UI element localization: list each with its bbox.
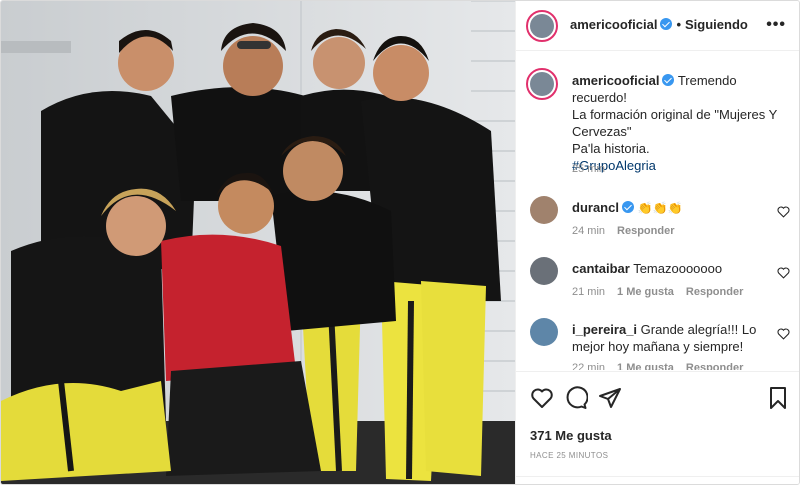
caption-username[interactable]: americooficial xyxy=(572,73,659,88)
comment-text: i_pereira_i Grande alegría!!! Lo mejor h… xyxy=(572,321,772,355)
commenter-avatar[interactable] xyxy=(530,196,558,224)
commenter-avatar[interactable] xyxy=(530,257,558,285)
like-comment-heart-icon[interactable] xyxy=(777,206,790,218)
comments-list[interactable]: americooficial Tremendo recuerdo! La for… xyxy=(516,52,799,370)
heart-icon[interactable] xyxy=(530,386,554,410)
comment-time: 21 min xyxy=(572,286,606,298)
caption-author-avatar[interactable] xyxy=(526,68,558,100)
caption-line-2: La formación original de "Mujeres Y xyxy=(572,107,778,122)
comment-likes-link[interactable]: 1 Me gusta xyxy=(617,286,674,298)
author-header-line: americooficial • Siguiendo xyxy=(570,17,748,32)
comment-text: cantaibar Temazooooooo xyxy=(572,260,772,277)
post-age: HACE 25 MINUTOS xyxy=(530,451,609,460)
share-icon[interactable] xyxy=(598,386,622,410)
author-avatar[interactable] xyxy=(526,10,558,42)
comment-body: 👏👏👏 xyxy=(637,201,683,215)
verified-badge-icon xyxy=(662,74,675,86)
comment-meta: 22 min 1 Me gusta Responder xyxy=(572,362,743,370)
like-comment-heart-icon[interactable] xyxy=(777,328,790,340)
commenter-avatar[interactable] xyxy=(530,318,558,346)
reply-button[interactable]: Responder xyxy=(686,286,743,298)
comment-item: cantaibar Temazooooooo 21 min 1 Me gusta R… xyxy=(516,257,799,317)
comment-username[interactable]: i_pereira_i xyxy=(572,322,637,337)
comment-meta: 21 min 1 Me gusta Responder xyxy=(572,286,743,298)
band-photo-image xyxy=(1,1,515,484)
post-photo[interactable] xyxy=(1,1,515,484)
caption-line-4: Pa'la historia. xyxy=(572,141,650,156)
comment-item: durancl 👏👏👏 24 min Responder xyxy=(516,196,799,256)
comment-username[interactable]: durancl xyxy=(572,200,619,215)
author-username[interactable]: americooficial xyxy=(570,17,657,32)
comment-time: 24 min xyxy=(572,225,606,237)
comment-meta: 24 min Responder xyxy=(572,225,675,237)
reply-button[interactable]: Responder xyxy=(617,225,674,237)
comment-body: Temazooooooo xyxy=(633,261,723,276)
post-header: americooficial • Siguiendo ••• xyxy=(516,1,799,51)
reply-button[interactable]: Responder xyxy=(686,362,743,370)
comment-icon[interactable] xyxy=(564,386,588,410)
post-side-panel: americooficial • Siguiendo ••• americoofic… xyxy=(515,1,799,484)
post-actions: 371 Me gusta HACE 25 MINUTOS xyxy=(516,371,799,484)
caption-text: americooficial Tremendo recuerdo! La for… xyxy=(572,72,787,174)
add-comment-bar xyxy=(516,476,799,484)
comment-likes-link[interactable]: 1 Me gusta xyxy=(617,362,674,370)
verified-badge-icon xyxy=(660,18,673,30)
comment-time: 22 min xyxy=(572,362,606,370)
separator-dot: • xyxy=(676,17,681,32)
comment-username[interactable]: cantaibar xyxy=(572,261,630,276)
caption-time: 25 min xyxy=(572,163,606,175)
post-modal: americooficial • Siguiendo ••• americoofic… xyxy=(0,0,800,485)
more-options-icon[interactable]: ••• xyxy=(766,16,786,34)
bookmark-icon[interactable] xyxy=(766,386,790,410)
likes-count[interactable]: 371 Me gusta xyxy=(530,428,612,443)
comment-item: i_pereira_i Grande alegría!!! Lo mejor h… xyxy=(516,318,799,370)
caption-line-3: Cervezas" xyxy=(572,124,632,139)
verified-badge-icon xyxy=(621,201,634,213)
like-comment-heart-icon[interactable] xyxy=(777,267,790,279)
following-button[interactable]: Siguiendo xyxy=(685,17,748,32)
comment-text: durancl 👏👏👏 xyxy=(572,199,772,217)
